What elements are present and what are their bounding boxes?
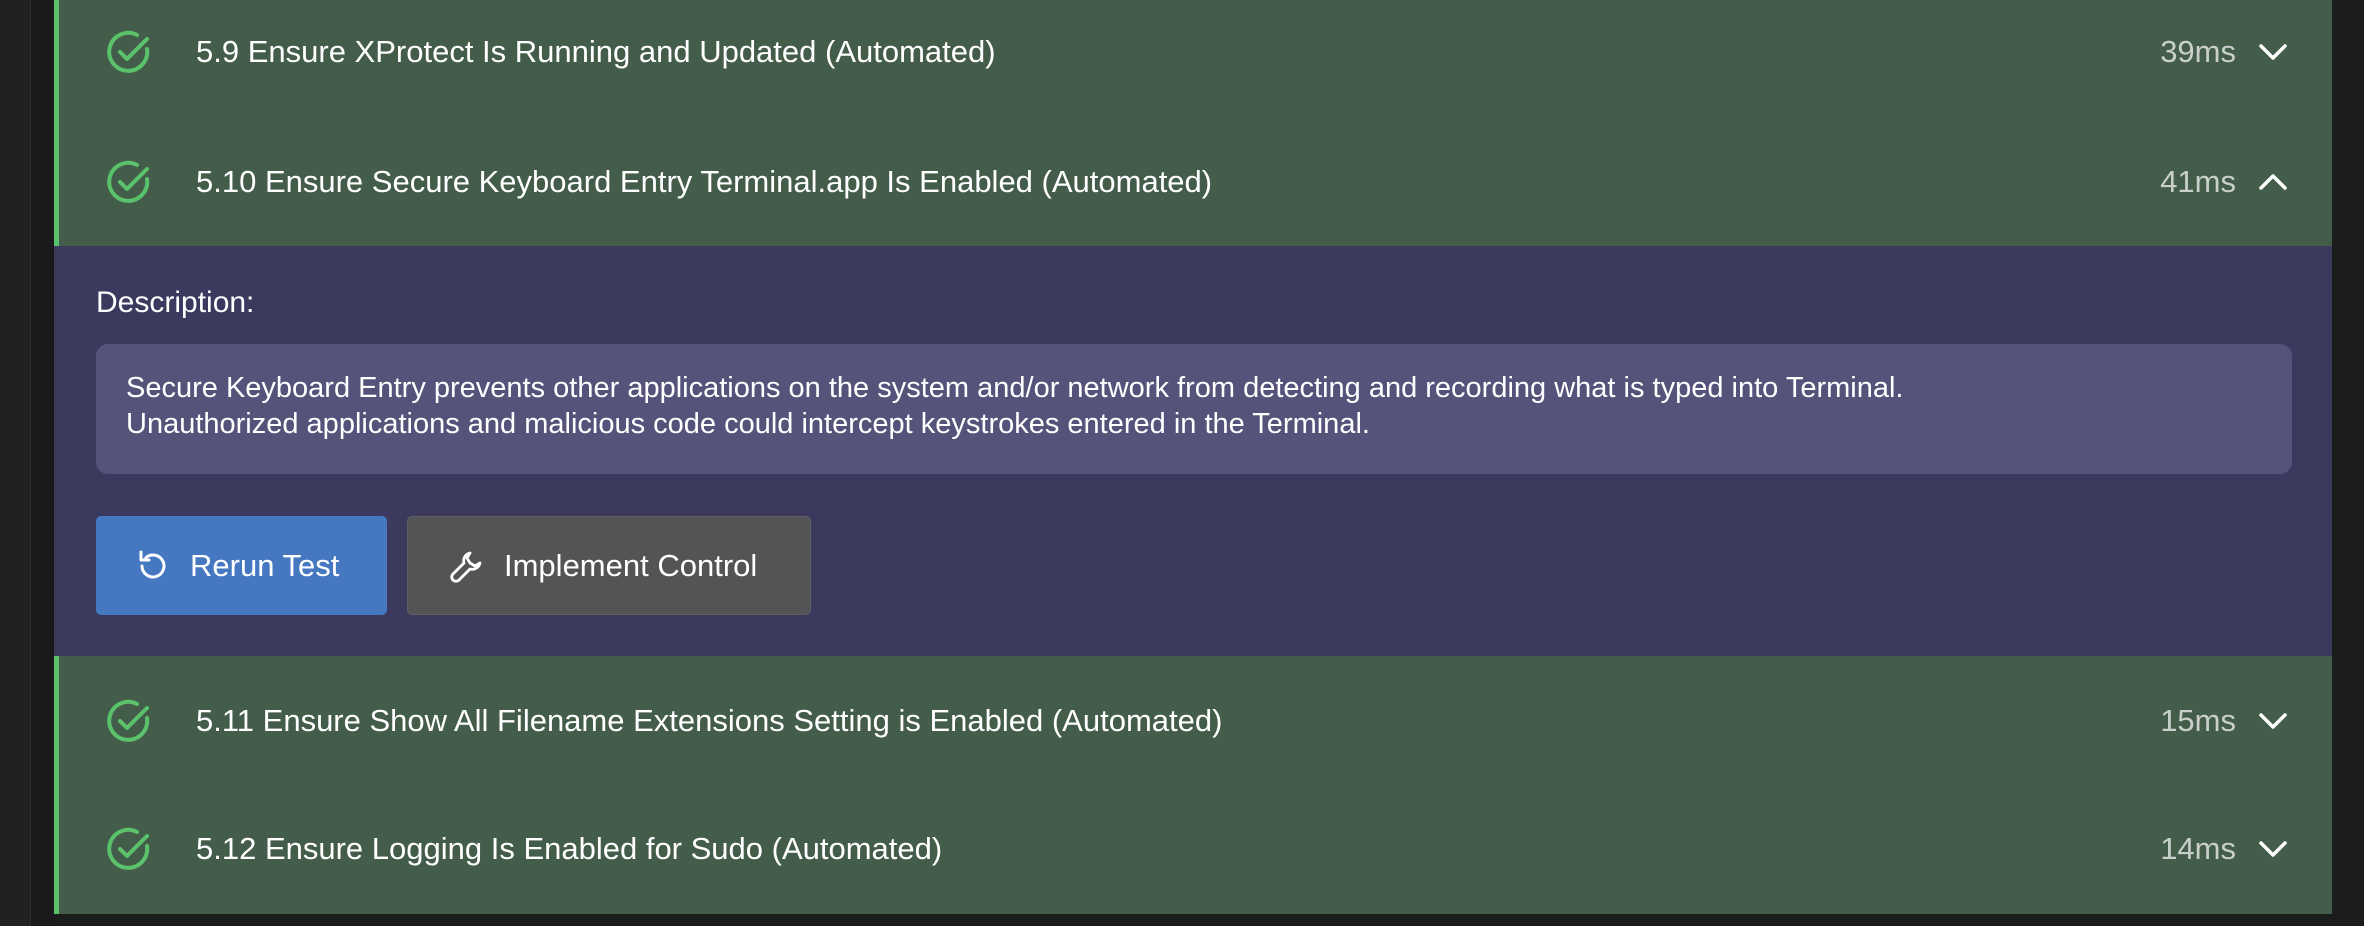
right-window-edge xyxy=(2332,0,2364,926)
test-duration: 14ms xyxy=(2160,831,2236,866)
test-row-5-11[interactable]: 5.11 Ensure Show All Filename Extensions… xyxy=(54,656,2332,786)
test-duration: 39ms xyxy=(2160,34,2236,69)
test-row-5-12[interactable]: 5.12 Ensure Logging Is Enabled for Sudo … xyxy=(54,784,2332,914)
test-title: 5.9 Ensure XProtect Is Running and Updat… xyxy=(196,34,996,69)
test-title: 5.12 Ensure Logging Is Enabled for Sudo … xyxy=(196,831,943,866)
check-circle-icon xyxy=(107,699,150,742)
rotate-ccw-icon xyxy=(139,550,166,578)
chevron-down-icon[interactable] xyxy=(2256,832,2290,866)
test-details-panel: Description: Secure Keyboard Entry preve… xyxy=(54,246,2332,656)
bottom-window-edge xyxy=(54,914,2332,926)
test-row-5-9[interactable]: 5.9 Ensure XProtect Is Running and Updat… xyxy=(54,0,2332,117)
test-duration: 41ms xyxy=(2160,164,2236,199)
check-circle-icon xyxy=(107,827,150,870)
chevron-down-icon[interactable] xyxy=(2256,35,2290,69)
test-results-panel: 5.9 Ensure XProtect Is Running and Updat… xyxy=(54,0,2332,914)
left-window-edge xyxy=(0,0,31,926)
implement-control-label: Implement Control xyxy=(504,547,758,583)
chevron-up-icon[interactable] xyxy=(2256,165,2290,199)
test-row-5-10[interactable]: 5.10 Ensure Secure Keyboard Entry Termin… xyxy=(54,117,2332,247)
rerun-test-label: Rerun Test xyxy=(190,547,340,583)
description-text-line: Unauthorized applications and malicious … xyxy=(126,408,1370,440)
test-title: 5.10 Ensure Secure Keyboard Entry Termin… xyxy=(196,164,1213,199)
test-title: 5.11 Ensure Show All Filename Extensions… xyxy=(196,703,1223,738)
check-circle-icon xyxy=(107,30,150,73)
check-circle-icon xyxy=(107,160,150,203)
test-duration: 15ms xyxy=(2160,703,2236,738)
rerun-test-button[interactable]: Rerun Test xyxy=(96,516,387,615)
wrench-icon xyxy=(450,551,482,583)
description-text-line: Secure Keyboard Entry prevents other app… xyxy=(126,372,1904,404)
implement-control-button[interactable]: Implement Control xyxy=(407,516,811,615)
chevron-down-icon[interactable] xyxy=(2256,704,2290,738)
description-label: Description: xyxy=(96,286,255,319)
description-box: Secure Keyboard Entry prevents other app… xyxy=(96,344,2292,474)
